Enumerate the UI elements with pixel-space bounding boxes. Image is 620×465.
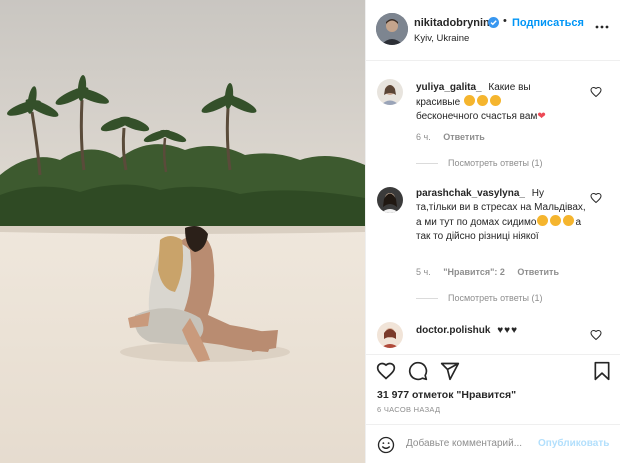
- separator-dot: •: [503, 15, 507, 27]
- post-time: 6 ЧАСОВ НАЗАД: [377, 405, 441, 414]
- like-comment-heart-icon[interactable]: [590, 192, 602, 204]
- like-comment-heart-icon[interactable]: [590, 329, 602, 341]
- publish-button[interactable]: Опубликовать: [538, 438, 609, 449]
- share-icon[interactable]: [440, 361, 460, 381]
- post-sidebar: nikitadobrynin • Подписаться Kyiv, Ukrai…: [365, 0, 620, 463]
- comment-icon[interactable]: [408, 361, 428, 381]
- author-avatar[interactable]: [376, 13, 408, 45]
- commenter-avatar[interactable]: [377, 322, 403, 348]
- commenter-avatar[interactable]: [377, 79, 403, 105]
- view-replies-label: Посмотреть ответы (1): [448, 293, 543, 303]
- add-comment-row: Опубликовать: [366, 424, 620, 465]
- comment-meta: 6 ч. Ответить: [416, 132, 495, 142]
- author-username[interactable]: nikitadobrynin: [414, 17, 490, 29]
- emoji-picker-icon[interactable]: [377, 436, 395, 454]
- commenter-avatar[interactable]: [377, 187, 403, 213]
- commenter-username[interactable]: parashchak_vasylyna_: [416, 188, 525, 199]
- comment-body-part: бесконечного счастья вам: [416, 111, 538, 122]
- more-options-icon[interactable]: [595, 20, 609, 34]
- comment-time: 5 ч.: [416, 267, 431, 277]
- comment-text: doctor.polishuk ♥♥♥: [416, 324, 586, 338]
- view-replies-button[interactable]: Посмотреть ответы (1): [416, 158, 543, 168]
- avatar-image: [376, 13, 408, 45]
- reply-button[interactable]: Ответить: [517, 267, 559, 277]
- emoji-icon: [489, 95, 501, 106]
- emoji-icon: [537, 215, 549, 226]
- comment-body-part: ♥♥♥: [497, 325, 519, 336]
- heart-emoji-icon: ❤: [537, 111, 546, 122]
- emoji-icon: [463, 95, 475, 106]
- instagram-post: nikitadobrynin • Подписаться Kyiv, Ukrai…: [0, 0, 620, 463]
- comment-body-part: красивые: [416, 97, 461, 108]
- post-actions: 31 977 отметок "Нравится" 6 ЧАСОВ НАЗАД …: [366, 354, 620, 464]
- comment-time: 6 ч.: [416, 132, 431, 142]
- emoji-icon: [550, 215, 562, 226]
- comment-input[interactable]: [406, 438, 556, 449]
- likes-count[interactable]: 31 977 отметок "Нравится": [377, 389, 516, 401]
- bookmark-icon[interactable]: [592, 361, 612, 381]
- heart-icon[interactable]: [376, 361, 396, 381]
- post-header: nikitadobrynin • Подписаться Kyiv, Ukrai…: [366, 0, 620, 61]
- emoji-icon: [563, 215, 575, 226]
- comment-likes[interactable]: "Нравится": 2: [443, 267, 505, 277]
- reply-button[interactable]: Ответить: [443, 132, 485, 142]
- post-photo[interactable]: [0, 0, 365, 463]
- emoji-icon: [476, 95, 488, 106]
- post-location[interactable]: Kyiv, Ukraine: [414, 33, 469, 44]
- comment-text: yuliya_galita_ Какие вы красивые бесконе…: [416, 81, 586, 124]
- view-replies-label: Посмотреть ответы (1): [448, 158, 543, 168]
- like-comment-heart-icon[interactable]: [590, 86, 602, 98]
- comments-list[interactable]: yuliya_galita_ Какие вы красивые бесконе…: [366, 61, 620, 354]
- follow-button[interactable]: Подписаться: [512, 17, 584, 29]
- beach-photo: [0, 0, 365, 463]
- view-replies-button[interactable]: Посмотреть ответы (1): [416, 293, 543, 303]
- comment-text: parashchak_vasylyna_ Ну та,тільки ви в с…: [416, 187, 586, 244]
- replies-divider: [416, 298, 438, 300]
- replies-divider: [416, 163, 438, 165]
- commenter-username[interactable]: yuliya_galita_: [416, 82, 482, 93]
- verified-badge-icon: [488, 17, 499, 28]
- comment-meta: 5 ч. "Нравится": 2 Ответить: [416, 267, 569, 277]
- comment-body-part: Какие вы: [488, 82, 531, 93]
- commenter-username[interactable]: doctor.polishuk: [416, 325, 490, 336]
